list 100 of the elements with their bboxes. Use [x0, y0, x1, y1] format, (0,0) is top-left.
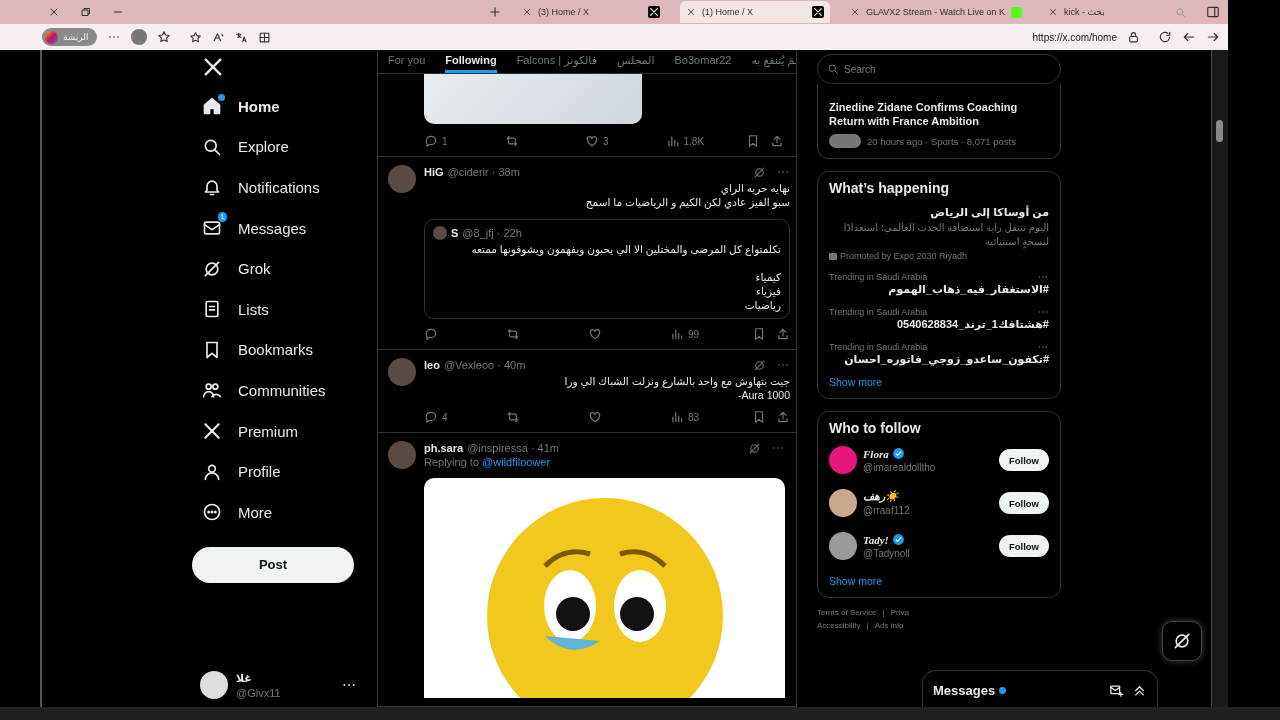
- repost-icon[interactable]: [506, 410, 520, 424]
- grid-icon[interactable]: [257, 30, 271, 44]
- follow-button[interactable]: Follow: [998, 449, 1049, 471]
- browser-tab[interactable]: (3) Home / X: [515, 1, 666, 23]
- trend-name[interactable]: #تكفون_ساعدو_زوجي_فاتوره_احسان: [829, 353, 1049, 366]
- refresh-icon[interactable]: [1158, 30, 1172, 44]
- promoted-title[interactable]: من أوساكا إلى الرياض: [829, 206, 1049, 219]
- nav-item[interactable]: Bookmarks: [192, 329, 363, 371]
- bell-icon: [202, 177, 222, 198]
- bookmark-icon[interactable]: [752, 410, 766, 424]
- views-icon[interactable]: [670, 410, 684, 424]
- favorites-icon[interactable]: [156, 30, 171, 44]
- user-handle: @rraaf112: [863, 505, 911, 516]
- read-aloud-icon[interactable]: [211, 30, 225, 44]
- user-name[interactable]: رهف☀: [863, 490, 899, 503]
- forward-icon[interactable]: [1206, 30, 1220, 44]
- search-field[interactable]: Search: [817, 54, 1061, 84]
- feed-tab[interactable]: Bo3omar22: [674, 50, 732, 73]
- slashed-circle-icon[interactable]: [748, 441, 761, 455]
- reply-context: Replying to @wildfiloower: [424, 456, 552, 468]
- footer-link[interactable]: Ads info: [874, 621, 904, 630]
- reply-icon[interactable]: [424, 410, 438, 424]
- browser-tab[interactable]: kick - بحث: [1042, 1, 1192, 23]
- trend-context: Trending in Saudi Arabia: [829, 342, 928, 352]
- avatar[interactable]: [829, 532, 857, 560]
- user-name[interactable]: Flora: [863, 447, 889, 460]
- footer-link[interactable]: Priva: [890, 608, 909, 617]
- slashed-circle-icon[interactable]: [753, 358, 766, 372]
- post-button[interactable]: Post: [192, 546, 354, 583]
- slashed-circle-icon[interactable]: [753, 165, 766, 179]
- nav-item[interactable]: Notifications: [192, 167, 363, 208]
- nav-item[interactable]: Grok: [192, 248, 363, 289]
- author-name[interactable]: leo: [424, 359, 440, 371]
- browser-tab[interactable]: (1) Home / X: [679, 1, 830, 23]
- repost-icon[interactable]: [504, 134, 519, 148]
- follow-button[interactable]: Follow: [998, 492, 1049, 514]
- footer-link[interactable]: Accessibility: [817, 621, 861, 630]
- bookmark-icon[interactable]: [752, 327, 766, 341]
- follow-button[interactable]: Follow: [998, 535, 1049, 557]
- trend-name[interactable]: #هشتافك1_ترند_0540628834: [829, 318, 1049, 331]
- share-icon[interactable]: [776, 410, 790, 424]
- heart-icon[interactable]: [585, 134, 599, 148]
- feed-tab[interactable]: For you: [388, 50, 426, 73]
- promoted-text: اليوم تنتقل راية استضافة الحدث العالمي؛ استعدادًا لنسخةٍ استثنائية: [842, 221, 1049, 249]
- nav-item[interactable]: Communities: [192, 370, 363, 411]
- new-tab-icon[interactable]: [487, 5, 502, 19]
- author-name[interactable]: HiG: [424, 166, 444, 178]
- grok-button[interactable]: [1162, 621, 1202, 661]
- avatar-stack: [829, 134, 861, 148]
- reply-icon[interactable]: [424, 134, 438, 148]
- lock-icon[interactable]: [1127, 30, 1140, 44]
- slashed-circle-icon: [202, 258, 222, 279]
- address-bar[interactable]: https://x.com/home: [180, 27, 1148, 47]
- author-name[interactable]: ph.sara: [424, 442, 464, 454]
- nav-item[interactable]: Explore: [192, 126, 363, 168]
- user-name[interactable]: Tady!: [863, 533, 889, 546]
- footer-link[interactable]: Terms of Service: [817, 608, 877, 617]
- restore-icon[interactable]: [80, 6, 92, 18]
- nav-item[interactable]: Profile: [192, 451, 363, 492]
- sidebar-icon[interactable]: [1206, 5, 1220, 19]
- heart-icon[interactable]: [588, 327, 602, 341]
- avatar[interactable]: [200, 671, 228, 699]
- repost-icon[interactable]: [506, 327, 520, 341]
- trend-name[interactable]: #الاستغفار_فيه_ذهاب_الهموم: [829, 283, 1049, 296]
- messages-drawer[interactable]: Messages: [922, 670, 1158, 707]
- heart-icon[interactable]: [588, 410, 602, 424]
- reply-icon[interactable]: [424, 327, 438, 341]
- document-icon: [202, 299, 222, 320]
- avatar[interactable]: [829, 489, 857, 517]
- close-icon[interactable]: [521, 7, 532, 17]
- translate-icon[interactable]: [234, 30, 248, 44]
- bookmark-icon[interactable]: [746, 134, 760, 148]
- views-icon[interactable]: [665, 134, 680, 148]
- back-icon[interactable]: [1182, 30, 1196, 44]
- share-icon[interactable]: [770, 134, 784, 148]
- scrollbar[interactable]: [1211, 50, 1228, 707]
- feed-tab[interactable]: Falcons | فالكونز: [516, 50, 597, 73]
- nav-item[interactable]: Lists: [192, 288, 363, 330]
- new-message-icon[interactable]: [1109, 683, 1124, 698]
- browser-tab[interactable]: GLAVX2 Stream - Watch Live on K: [843, 1, 1028, 23]
- news-meta: 20 hours ago · Sports · 8,071 posts: [867, 135, 1016, 147]
- double-chevron-icon[interactable]: [1132, 683, 1147, 698]
- star-icon[interactable]: [188, 30, 202, 44]
- x-logo-icon[interactable]: [202, 56, 224, 78]
- show-more-link[interactable]: Show more: [829, 376, 1049, 388]
- news-headline[interactable]: Zinedine Zidane Confirms Coaching Return with France Ambition: [829, 100, 1049, 128]
- nav-item[interactable]: Home: [192, 86, 363, 127]
- nav-item[interactable]: Premium: [192, 410, 363, 452]
- close-icon[interactable]: [48, 6, 60, 18]
- author-name: S: [451, 227, 459, 239]
- share-icon[interactable]: [776, 327, 790, 341]
- show-more-link[interactable]: Show more: [829, 575, 1049, 587]
- mention-link[interactable]: @wildfiloower: [482, 456, 551, 468]
- views-icon[interactable]: [670, 327, 684, 341]
- feed-tab[interactable]: المجلس: [617, 50, 655, 73]
- close-icon[interactable]: [849, 7, 860, 17]
- home-icon: [202, 96, 222, 117]
- close-icon[interactable]: [685, 7, 696, 17]
- nav-item[interactable]: More: [192, 491, 363, 533]
- close-icon[interactable]: [1048, 7, 1058, 17]
